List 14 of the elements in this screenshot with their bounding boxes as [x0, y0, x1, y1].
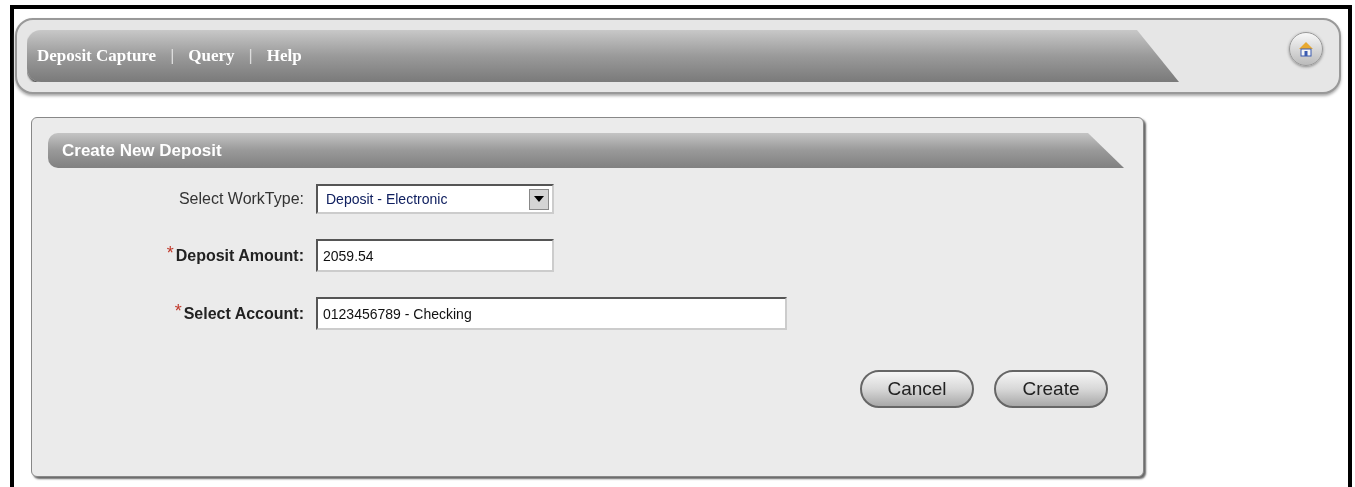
field-label: Select WorkType:: [178, 189, 304, 209]
field-label: Deposit Amount:: [175, 245, 304, 266]
required-asterisk: *: [166, 243, 174, 262]
worktype-select[interactable]: Deposit - Electronic: [316, 184, 554, 214]
menu-separator: |: [170, 46, 175, 66]
panel-title: Create New Deposit: [62, 139, 222, 162]
text-field[interactable]: 2059.54: [316, 239, 554, 272]
required-asterisk: *: [174, 301, 182, 320]
home-icon[interactable]: [1289, 32, 1323, 66]
field-label: Select Account:: [183, 303, 304, 324]
text-field[interactable]: 0123456789 - Checking: [316, 297, 787, 330]
menu-separator: |: [248, 46, 253, 66]
action-button[interactable]: Create: [994, 370, 1108, 408]
action-button[interactable]: Cancel: [860, 370, 974, 408]
